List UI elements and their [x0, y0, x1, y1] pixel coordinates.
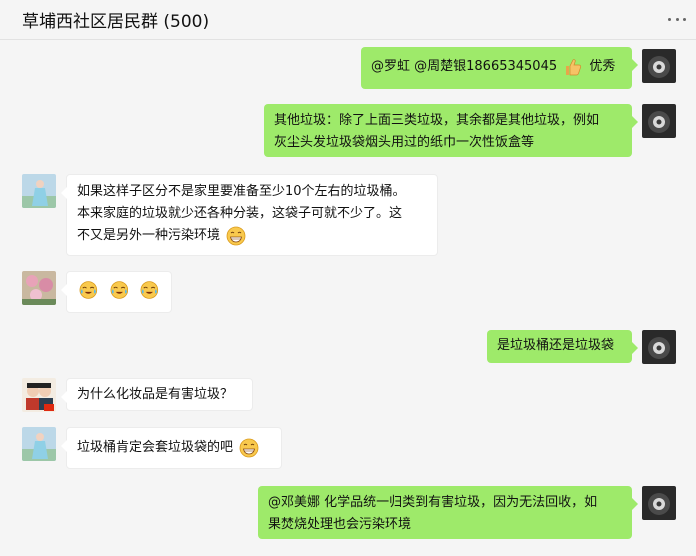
avatar-self[interactable]: [642, 330, 676, 364]
avatar-member[interactable]: [22, 427, 56, 461]
message-bubble-member[interactable]: 如果这样子区分不是家里要准备至少10个左右的垃圾桶。 本来家庭的垃圾就少还各种分…: [61, 174, 438, 256]
avatar-self[interactable]: [642, 104, 676, 138]
message-bubble-member[interactable]: 垃圾桶肯定会套垃圾袋的吧: [61, 427, 282, 469]
message-bubble-self[interactable]: 是垃圾桶还是垃圾袋: [487, 330, 638, 363]
avatar-member[interactable]: [22, 378, 56, 412]
avatar-self[interactable]: [642, 49, 676, 83]
message-line: 其他垃圾：除了上面三类垃圾，其余都是其他垃圾，例如: [274, 113, 600, 128]
crying-laugh-icon: [140, 281, 159, 299]
message-line: 本来家庭的垃圾就少还各种分装，这袋子可就不少了。这: [77, 206, 403, 221]
grin-face-icon: [239, 438, 259, 457]
message-line: @邓美娜 化学品统一归类到有害垃圾，因为无法回收，如: [268, 495, 598, 510]
message-bubble-member[interactable]: 为什么化妆品是有害垃圾？: [61, 378, 253, 411]
message-bubble-self[interactable]: 其他垃圾：除了上面三类垃圾，其余都是其他垃圾，例如 灰尘头发垃圾袋烟头用过的纸巾…: [264, 104, 638, 157]
avatar-member[interactable]: [22, 174, 56, 208]
avatar-self[interactable]: [642, 486, 676, 520]
crying-laugh-icon: [79, 281, 98, 299]
message-line: 果焚烧处理也会污染环境: [268, 517, 412, 532]
grin-face-icon: [226, 226, 246, 245]
message-text: 垃圾桶肯定会套垃圾袋的吧: [77, 440, 234, 455]
message-text: 为什么化妆品是有害垃圾？: [77, 387, 234, 402]
message-tail-text: 优秀: [589, 59, 616, 74]
message-text: @罗虹 @周楚银18665345045: [371, 59, 558, 74]
thumbs-up-icon: [566, 58, 582, 75]
message-bubble-self[interactable]: @邓美娜 化学品统一归类到有害垃圾，因为无法回收，如 果焚烧处理也会污染环境: [258, 486, 638, 539]
group-title: 草埔西社区居民群 (500): [22, 12, 210, 32]
avatar-member[interactable]: [22, 271, 56, 305]
message-line: 灰尘头发垃圾袋烟头用过的纸巾一次性饭盒等: [274, 135, 535, 150]
message-line: 不又是另外一种污染环境: [77, 228, 221, 243]
crying-laugh-icon: [110, 281, 128, 299]
message-bubble-self[interactable]: @罗虹 @周楚银18665345045 优秀: [361, 47, 638, 89]
message-text: 是垃圾桶还是垃圾袋: [497, 338, 615, 353]
chat-header: 草埔西社区居民群 (500): [0, 0, 696, 40]
message-line: 如果这样子区分不是家里要准备至少10个左右的垃圾桶。: [77, 184, 406, 199]
message-bubble-member[interactable]: [61, 271, 172, 313]
more-dots-icon[interactable]: [668, 18, 686, 22]
